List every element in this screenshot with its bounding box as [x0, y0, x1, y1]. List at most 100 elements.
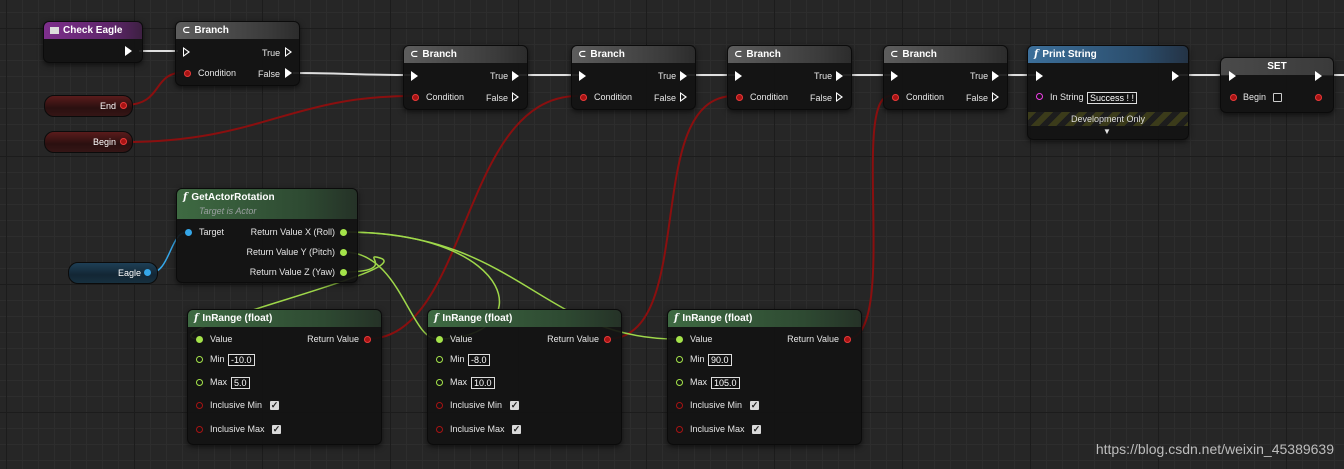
true-exec-pin[interactable] [836, 71, 843, 81]
return-value-pin[interactable] [844, 336, 851, 343]
begin-checkbox[interactable] [1273, 93, 1282, 102]
exec-in-pin[interactable] [411, 71, 418, 81]
in-string-pin[interactable] [1036, 93, 1043, 100]
false-exec-pin[interactable] [512, 92, 519, 102]
branch-node-2[interactable]: ⊂ Branch True Condition False [403, 45, 528, 110]
inclusive-min-pin[interactable] [436, 402, 443, 409]
inclusive-min-checkbox[interactable]: ✓ [510, 401, 519, 410]
inclusive-min-checkbox[interactable]: ✓ [750, 401, 759, 410]
exec-out-pin[interactable] [1172, 71, 1179, 81]
inclusive-max-pin[interactable] [196, 426, 203, 433]
begin-label: Begin [1243, 92, 1267, 102]
min-pin[interactable] [196, 356, 203, 363]
in-string-field[interactable]: Success ! ! [1087, 92, 1138, 104]
roll-pin[interactable] [340, 229, 347, 236]
true-exec-pin[interactable] [992, 71, 999, 81]
max-pin[interactable] [436, 379, 443, 386]
condition-pin[interactable] [412, 94, 419, 101]
begin-out-pin[interactable] [1315, 94, 1322, 101]
false-exec-pin[interactable] [680, 92, 687, 102]
branch-node-3[interactable]: ⊂ Branch True Condition False [571, 45, 696, 110]
begin-pin[interactable] [1230, 94, 1237, 101]
function-icon: f [183, 192, 188, 203]
true-exec-pin[interactable] [285, 47, 292, 57]
condition-pin[interactable] [736, 94, 743, 101]
bool-wire [366, 95, 579, 340]
max-label: Max [450, 377, 468, 387]
true-exec-pin[interactable] [512, 71, 519, 81]
false-exec-pin[interactable] [992, 92, 999, 102]
exec-in-pin[interactable] [891, 71, 898, 81]
inclusive-min-checkbox[interactable]: ✓ [270, 401, 279, 410]
min-label: Min [450, 354, 465, 364]
function-icon: f [674, 313, 679, 324]
bool-wire [123, 95, 413, 143]
min-pin[interactable] [676, 356, 683, 363]
max-field[interactable]: 10.0 [471, 377, 495, 389]
inrange-node-2[interactable]: f InRange (float) Value Return Value Min … [427, 309, 622, 445]
exec-out-pin[interactable] [125, 46, 132, 56]
check-eagle-node[interactable]: Check Eagle [43, 21, 143, 63]
branch-node-1[interactable]: ⊂ Branch True Condition False [175, 21, 300, 86]
return-value-pin[interactable] [604, 336, 611, 343]
branch-icon: ⊂ [734, 49, 743, 60]
condition-pin[interactable] [892, 94, 899, 101]
target-pin[interactable] [185, 229, 192, 236]
inclusive-max-checkbox[interactable]: ✓ [752, 425, 761, 434]
max-field[interactable]: 105.0 [711, 377, 740, 389]
inrange-node-3[interactable]: f InRange (float) Value Return Value Min … [667, 309, 862, 445]
expand-arrow-icon[interactable]: ▼ [1103, 127, 1111, 136]
checkmark-icon: ✓ [752, 424, 761, 434]
exec-out-pin[interactable] [1315, 71, 1322, 81]
max-field[interactable]: 5.0 [231, 377, 250, 389]
max-label: Max [690, 377, 708, 387]
development-only-label: Development Only [1070, 114, 1146, 124]
condition-pin[interactable] [580, 94, 587, 101]
inclusive-max-checkbox[interactable]: ✓ [272, 425, 281, 434]
exec-in-pin[interactable] [1229, 71, 1236, 81]
pitch-pin[interactable] [340, 249, 347, 256]
get-actor-rotation-node[interactable]: f GetActorRotation Target is Actor Target… [176, 188, 358, 283]
checkmark-icon: ✓ [272, 424, 281, 434]
node-title: GetActorRotation [191, 192, 275, 203]
exec-in-pin[interactable] [579, 71, 586, 81]
target-label: Target [199, 227, 225, 237]
yaw-pin[interactable] [340, 269, 347, 276]
end-out-pin[interactable] [120, 102, 127, 109]
return-value-pin[interactable] [364, 336, 371, 343]
value-pin[interactable] [436, 336, 443, 343]
inrange-node-1[interactable]: f InRange (float) Value Return Value Min … [187, 309, 382, 445]
condition-pin[interactable] [184, 70, 191, 77]
bool-wire [606, 95, 735, 340]
exec-in-pin[interactable] [735, 71, 742, 81]
min-field[interactable]: -8.0 [468, 354, 490, 366]
min-pin[interactable] [436, 356, 443, 363]
node-title: Branch [194, 25, 229, 36]
node-title: InRange (float) [202, 313, 273, 324]
exec-in-pin[interactable] [1036, 71, 1043, 81]
min-field[interactable]: 90.0 [708, 354, 732, 366]
branch-node-5[interactable]: ⊂ Branch True Condition False [883, 45, 1008, 110]
false-exec-pin[interactable] [285, 68, 292, 78]
set-node[interactable]: SET Begin [1220, 57, 1334, 113]
inclusive-min-pin[interactable] [676, 402, 683, 409]
max-pin[interactable] [676, 379, 683, 386]
branch-node-4[interactable]: ⊂ Branch True Condition False [727, 45, 852, 110]
value-pin[interactable] [196, 336, 203, 343]
eagle-out-pin[interactable] [144, 269, 151, 276]
value-pin[interactable] [676, 336, 683, 343]
min-field[interactable]: -10.0 [228, 354, 255, 366]
max-pin[interactable] [196, 379, 203, 386]
node-title: Branch [422, 49, 457, 60]
begin-out-pin[interactable] [120, 138, 127, 145]
inclusive-min-pin[interactable] [196, 402, 203, 409]
inclusive-max-checkbox[interactable]: ✓ [512, 425, 521, 434]
inclusive-max-pin[interactable] [436, 426, 443, 433]
print-string-node[interactable]: f Print String In String Success ! ! Deve… [1027, 45, 1189, 140]
true-exec-pin[interactable] [680, 71, 687, 81]
node-subtitle: Target is Actor [199, 206, 257, 216]
yaw-label: Return Value Z (Yaw) [249, 267, 335, 277]
false-exec-pin[interactable] [836, 92, 843, 102]
inclusive-max-pin[interactable] [676, 426, 683, 433]
exec-in-pin[interactable] [183, 47, 190, 57]
